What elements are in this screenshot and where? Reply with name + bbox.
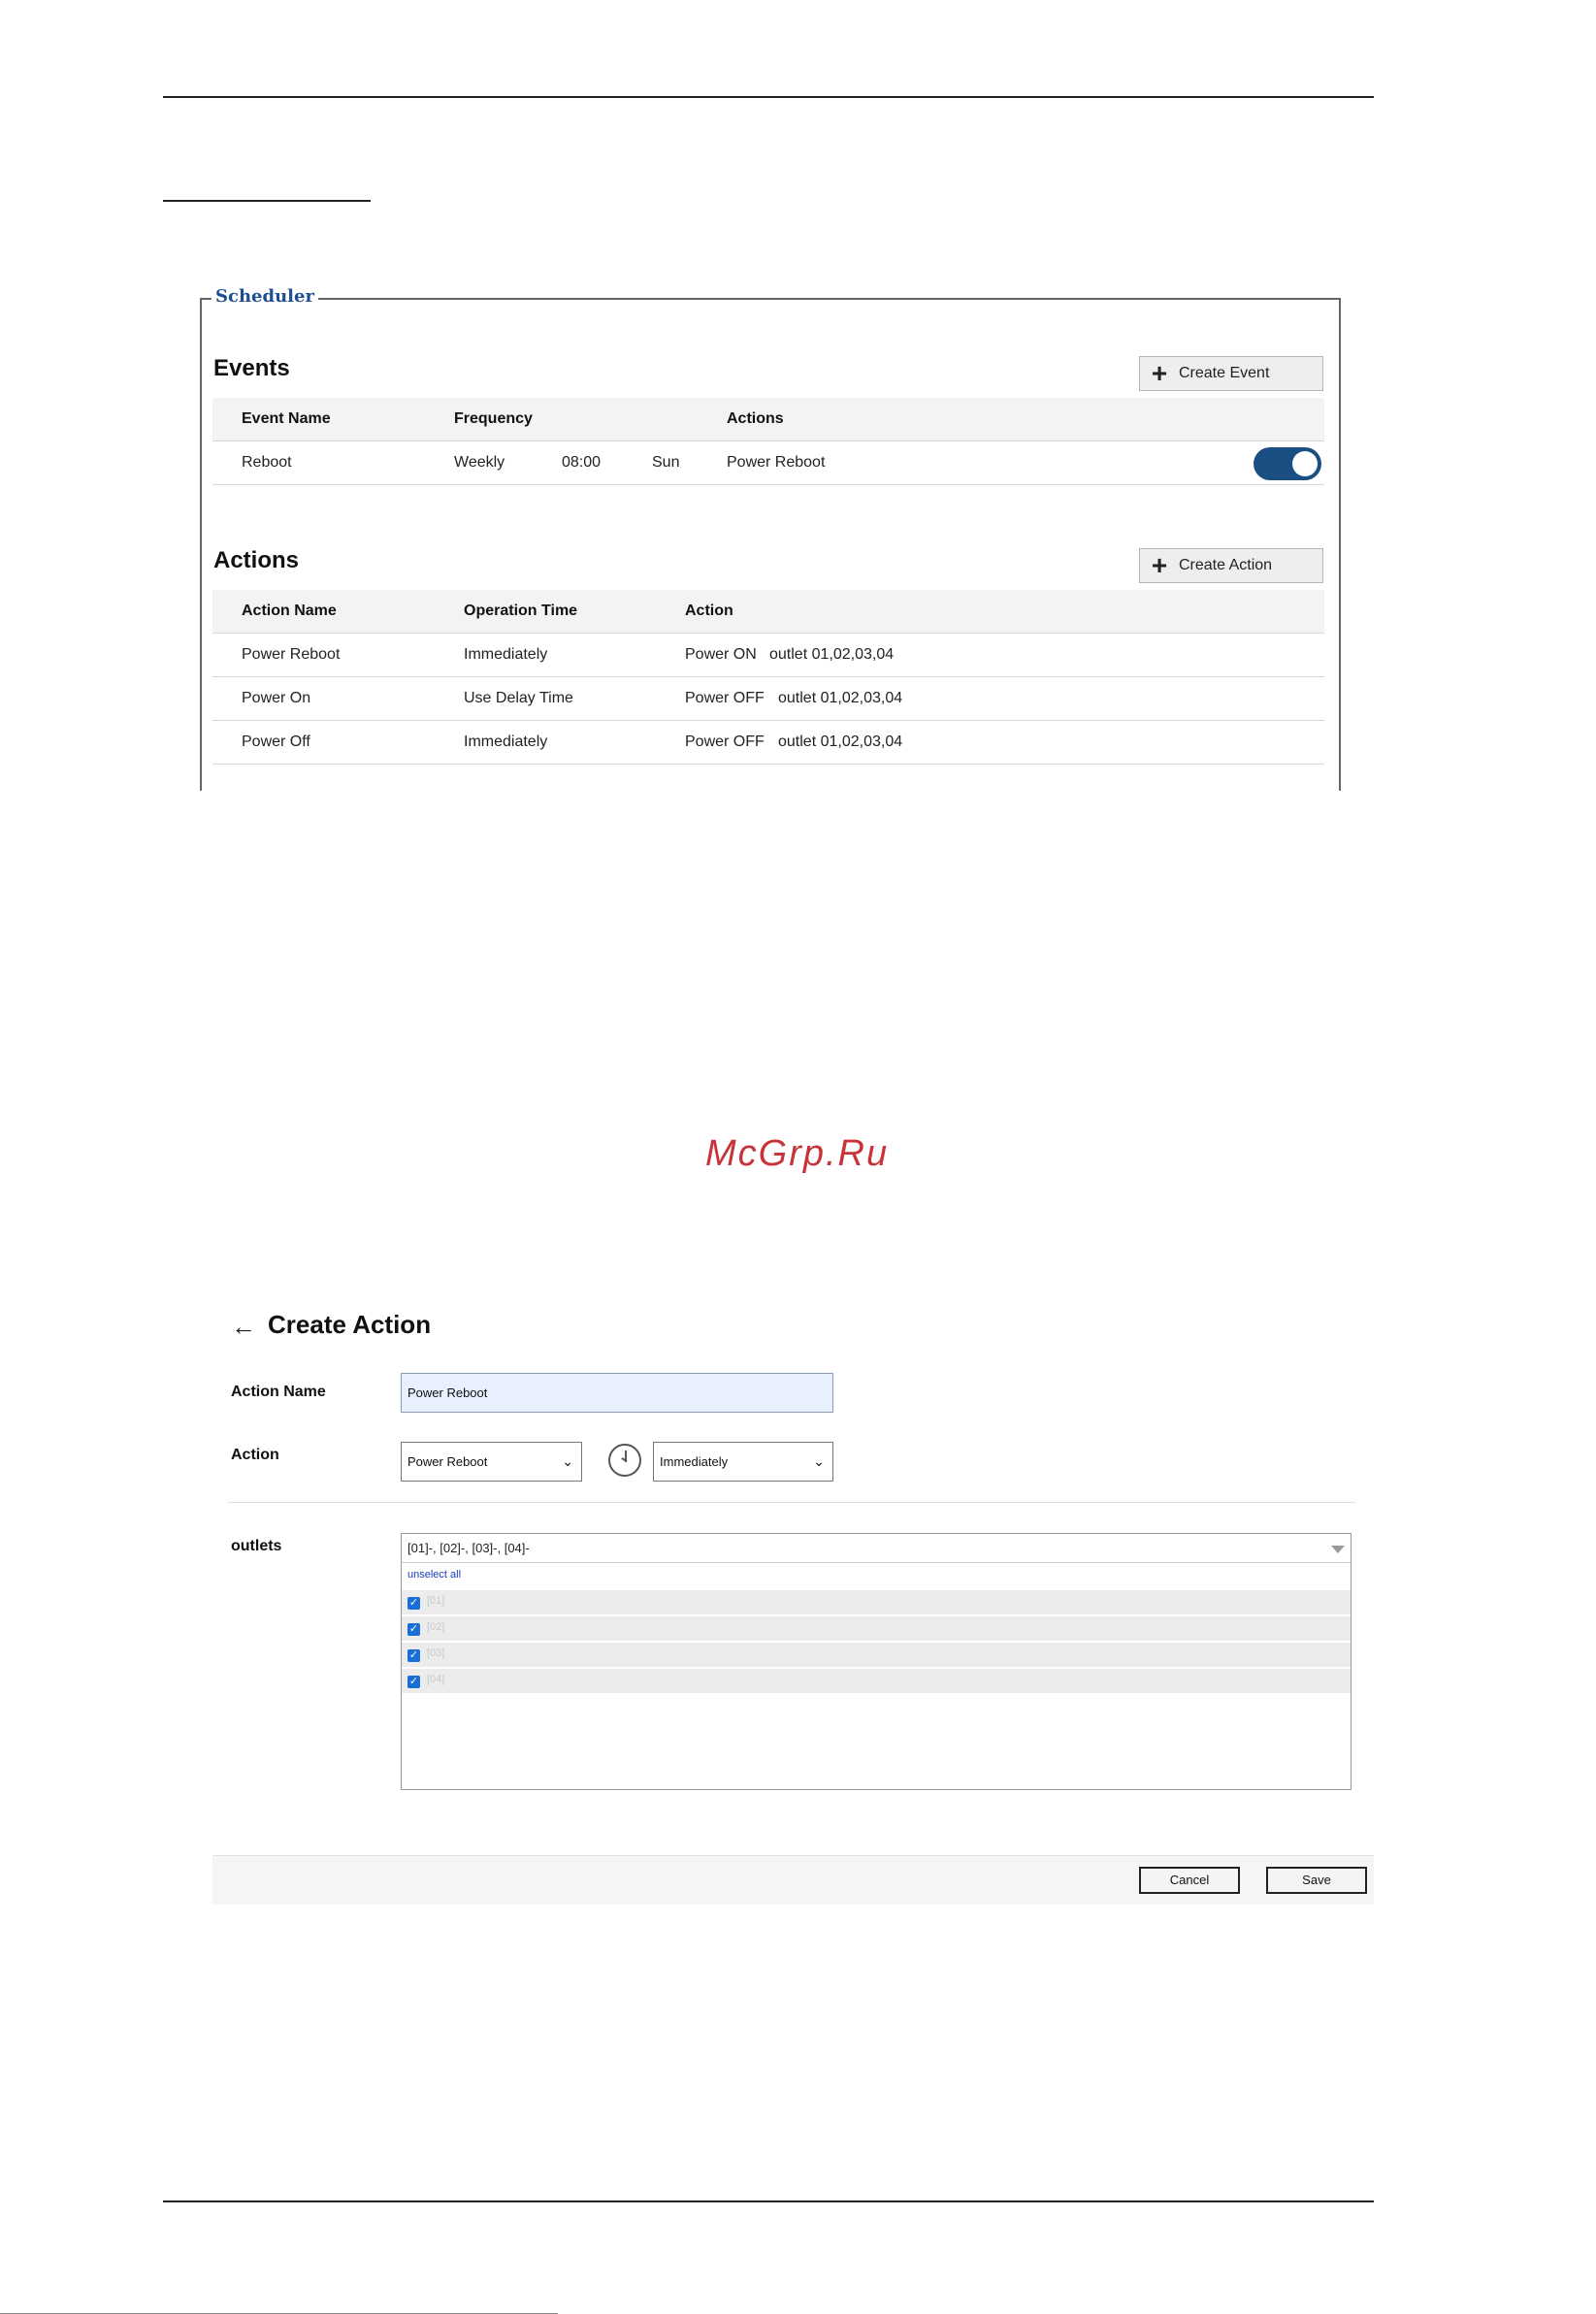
checkbox-checked-icon[interactable]: ✓ [407, 1649, 420, 1662]
create-event-button[interactable]: + Create Event [1139, 356, 1323, 391]
event-time: 08:00 [562, 454, 602, 471]
action-op-time: Immediately [464, 646, 548, 663]
create-action-label: Create Action [1179, 557, 1273, 573]
action-type: Power OFF [685, 690, 765, 706]
outlet-option[interactable]: ✓ [04] [402, 1669, 1351, 1694]
action-name: Power Reboot [242, 646, 341, 663]
outlets-multiselect[interactable]: [01]-, [02]-, [03]-, [04]- unselect all … [401, 1533, 1352, 1790]
save-button[interactable]: Save [1266, 1867, 1367, 1894]
action-op-time: Immediately [464, 733, 548, 750]
create-action-button[interactable]: + Create Action [1139, 548, 1323, 583]
action-name-label: Action Name [231, 1384, 326, 1400]
col-actions: Actions [727, 410, 784, 427]
action-type: Power ON [685, 646, 757, 663]
outlets-summary-text: [01]-, [02]-, [03]-, [04]- [407, 1541, 530, 1555]
col-action: Action [685, 603, 733, 619]
plus-icon: + [1151, 358, 1168, 388]
clock-icon [608, 1444, 641, 1477]
outlet-option[interactable]: ✓ [01] [402, 1590, 1351, 1615]
toggle-knob [1292, 451, 1318, 476]
watermark: McGrp.Ru [705, 1133, 890, 1174]
section-underline [163, 200, 371, 202]
footer-rule [163, 2200, 1374, 2202]
action-name-field[interactable]: Power Reboot [401, 1373, 833, 1413]
event-day: Sun [652, 454, 680, 471]
event-enabled-toggle[interactable] [1254, 447, 1321, 480]
col-frequency: Frequency [454, 410, 533, 427]
event-frequency: Weekly [454, 454, 505, 471]
event-action: Power Reboot [727, 454, 826, 471]
action-name: Power On [242, 690, 311, 706]
table-row[interactable]: Power Off Immediately Power OFF outlet 0… [212, 721, 1324, 765]
header-rule [163, 96, 1374, 98]
unselect-all-link[interactable]: unselect all [407, 1569, 461, 1581]
actions-table-header: Action Name Operation Time Action [212, 590, 1324, 634]
events-table-header: Event Name Frequency Actions [212, 398, 1324, 441]
checkbox-checked-icon[interactable]: ✓ [407, 1597, 420, 1610]
action-select-value: Power Reboot [407, 1454, 488, 1469]
col-action-name: Action Name [242, 603, 337, 619]
events-table: Event Name Frequency Actions Reboot Week… [212, 398, 1324, 485]
action-outlets: outlet 01,02,03,04 [769, 646, 895, 663]
table-row[interactable]: Power On Use Delay Time Power OFF outlet… [212, 677, 1324, 721]
actions-table: Action Name Operation Time Action Power … [212, 590, 1324, 765]
col-event-name: Event Name [242, 410, 331, 427]
table-row[interactable]: Power Reboot Immediately Power ON outlet… [212, 634, 1324, 677]
outlet-option[interactable]: ✓ [03] [402, 1643, 1351, 1668]
action-type: Power OFF [685, 733, 765, 750]
events-title: Events [213, 355, 290, 381]
create-event-label: Create Event [1179, 365, 1270, 381]
arrow-left-icon[interactable]: ← [231, 1312, 256, 1342]
checkbox-checked-icon[interactable]: ✓ [407, 1623, 420, 1636]
table-row[interactable]: Reboot Weekly 08:00 Sun Power Reboot [212, 441, 1324, 485]
chevron-down-icon: ⌄ [813, 1453, 825, 1469]
page-title: Create Action [268, 1310, 432, 1339]
action-outlets: outlet 01,02,03,04 [778, 690, 903, 706]
event-name: Reboot [242, 454, 292, 471]
action-select[interactable]: Power Reboot ⌄ [401, 1442, 582, 1482]
outlet-option-label: [03] [427, 1647, 445, 1659]
cancel-button[interactable]: Cancel [1139, 1867, 1240, 1894]
outlet-option-label: [01] [427, 1595, 445, 1607]
time-select-value: Immediately [660, 1454, 729, 1469]
outlets-summary[interactable]: [01]-, [02]-, [03]-, [04]- [402, 1534, 1351, 1563]
time-select[interactable]: Immediately ⌄ [653, 1442, 833, 1482]
action-label: Action [231, 1447, 279, 1463]
divider [228, 1502, 1355, 1503]
outlet-option-label: [04] [427, 1674, 445, 1685]
outlets-label: outlets [231, 1538, 282, 1554]
chevron-down-icon: ⌄ [562, 1453, 573, 1469]
actions-title: Actions [213, 547, 300, 573]
action-outlets: outlet 01,02,03,04 [778, 733, 903, 750]
col-operation-time: Operation Time [464, 603, 578, 619]
checkbox-checked-icon[interactable]: ✓ [407, 1676, 420, 1688]
outlet-option-label: [02] [427, 1621, 445, 1633]
action-op-time: Use Delay Time [464, 690, 573, 706]
action-name: Power Off [242, 733, 310, 750]
scheduler-legend: Scheduler [212, 286, 318, 307]
dropdown-triangle-icon [1331, 1546, 1345, 1553]
outlet-option[interactable]: ✓ [02] [402, 1616, 1351, 1642]
plus-icon: + [1151, 550, 1168, 580]
